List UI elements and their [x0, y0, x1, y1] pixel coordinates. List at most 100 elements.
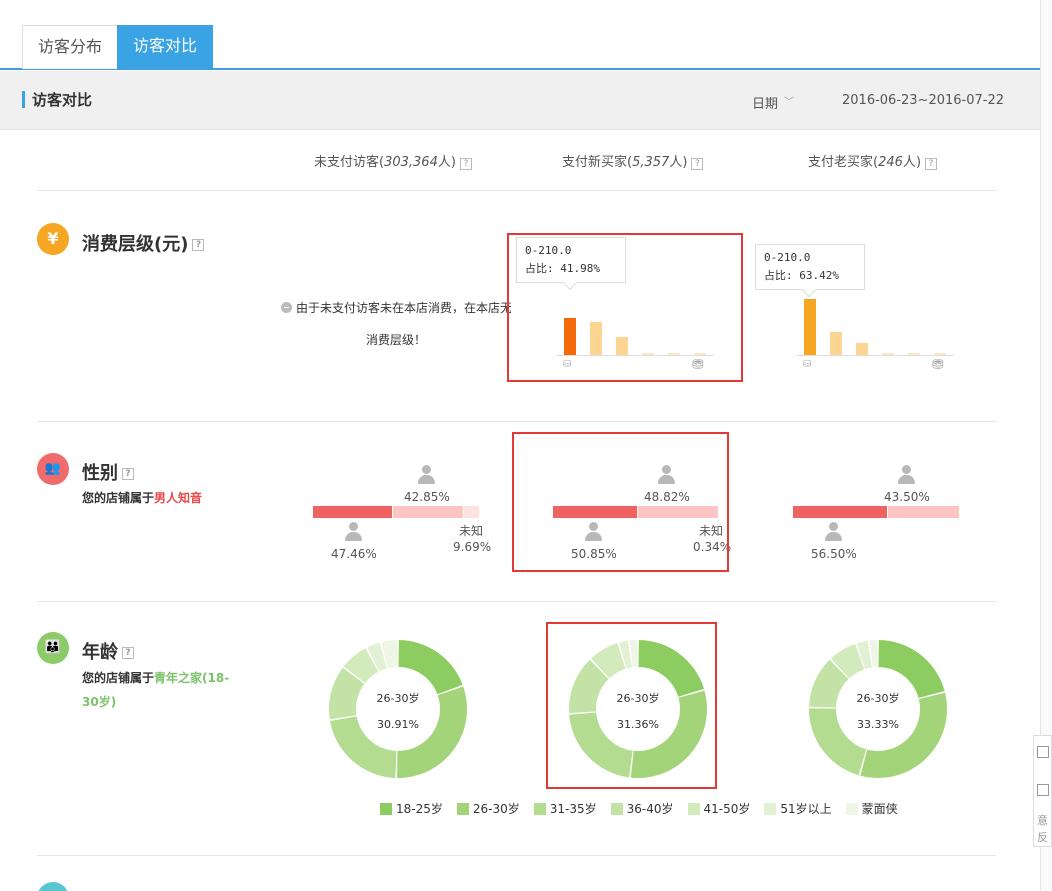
- help-icon[interactable]: ?: [122, 468, 134, 480]
- divider: [37, 601, 996, 602]
- family-icon: 👪: [37, 632, 69, 664]
- column-header-new-buyers: 支付新买家(5,357人)?: [562, 151, 704, 170]
- tab-visitor-distribution[interactable]: 访客分布: [22, 25, 118, 69]
- column-count: 303,364: [384, 155, 438, 170]
- female-icon: [897, 465, 915, 485]
- minus-circle-icon: [281, 302, 292, 313]
- gender-sub-prefix: 您的店铺属于: [82, 491, 155, 505]
- female-bar[interactable]: [393, 506, 463, 518]
- tooltip-range: 0-210.0: [764, 251, 811, 264]
- gender-title-text: 性别: [82, 463, 118, 484]
- gender-type: 男人知音: [154, 491, 203, 505]
- column-header-old-buyers: 支付老买家(246人)?: [808, 151, 938, 170]
- spend-title-text: 消费层级(元): [82, 234, 189, 255]
- help-icon[interactable]: ?: [925, 158, 938, 170]
- page-icon[interactable]: [1037, 784, 1049, 796]
- highlight-box: [512, 432, 729, 572]
- column-unit: 人: [437, 155, 451, 170]
- legend-item[interactable]: 26-30岁: [456, 800, 520, 817]
- next-section-icon: [37, 882, 69, 891]
- female-percent: 43.50%: [884, 490, 930, 504]
- age-title: 年龄?: [82, 638, 134, 664]
- column-label: 支付新买家: [562, 155, 628, 170]
- column-label: 支付老买家: [808, 155, 874, 170]
- male-bar[interactable]: [313, 506, 392, 518]
- legend-label: 蒙面侠: [861, 802, 898, 816]
- legend-item[interactable]: 51岁以上: [764, 800, 832, 817]
- legend-swatch: [610, 803, 623, 815]
- legend-item[interactable]: 18-25岁: [380, 800, 443, 817]
- unknown-percent: 9.69%: [453, 540, 492, 554]
- highlight-box: [546, 622, 717, 789]
- column-header-unpaid: 未支付访客(303,364人)?: [314, 151, 472, 170]
- spend-bar[interactable]: [830, 332, 842, 355]
- donut-center-value: 30.91%: [377, 718, 419, 731]
- spend-notice: 由于未支付访客未在本店消费，在本店无: [281, 299, 511, 316]
- legend-item[interactable]: 蒙面侠: [845, 800, 898, 817]
- donut-center-category: 26-30岁: [856, 692, 900, 705]
- column-unit: 人: [669, 155, 683, 170]
- highlight-box: [507, 233, 743, 382]
- qr-code-icon[interactable]: [1037, 746, 1049, 758]
- feedback-text-2[interactable]: 反: [1037, 829, 1048, 845]
- unknown-label: 未知: [459, 524, 484, 538]
- male-bar[interactable]: [793, 506, 887, 518]
- tab-visitor-comparison[interactable]: 访客对比: [117, 25, 213, 69]
- page-title: 访客对比: [32, 91, 93, 109]
- donut-center-label: 26-30岁 33.33%: [838, 686, 918, 738]
- age-subtitle: 您的店铺属于青年之家(18-30岁): [82, 666, 242, 714]
- column-count: 246: [878, 155, 903, 170]
- spend-bar[interactable]: [804, 299, 816, 355]
- date-dropdown[interactable]: 日期: [752, 93, 778, 112]
- legend-label: 36-40岁: [626, 802, 674, 816]
- female-bar[interactable]: [888, 506, 959, 518]
- male-percent: 56.50%: [811, 547, 857, 561]
- female-percent: 42.85%: [404, 490, 450, 504]
- legend-label: 26-30岁: [472, 802, 520, 816]
- help-icon[interactable]: ?: [459, 158, 472, 170]
- divider: [37, 421, 996, 422]
- legend-label: 41-50岁: [703, 802, 751, 816]
- legend-swatch: [456, 803, 469, 815]
- chart-tooltip-old-buyers: 0-210.0 占比: 63.42%: [755, 244, 865, 290]
- unknown-bar[interactable]: [464, 506, 479, 518]
- feedback-text-1[interactable]: 意: [1037, 812, 1048, 828]
- gender-title: 性别?: [82, 459, 134, 485]
- chevron-down-icon[interactable]: ﹀: [784, 93, 794, 108]
- coin-icon: ⛁: [803, 359, 812, 370]
- spend-bar[interactable]: [856, 342, 868, 355]
- male-percent: 47.46%: [331, 547, 377, 561]
- yuan-icon: ¥: [37, 223, 69, 255]
- legend-swatch: [687, 803, 700, 815]
- tab-bar: 访客分布 访客对比: [0, 0, 1040, 70]
- notice-line-1: 由于未支付访客未在本店消费，在本店无: [296, 301, 511, 315]
- donut-center-label: 26-30岁 30.91%: [358, 686, 438, 738]
- coins-stack-icon: ⛃: [932, 357, 944, 373]
- legend-swatch: [533, 803, 546, 815]
- help-icon[interactable]: ?: [192, 239, 205, 251]
- column-count: 5,357: [632, 155, 670, 170]
- legend-label: 31-35岁: [549, 802, 597, 816]
- divider: [37, 855, 996, 856]
- legend-item[interactable]: 41-50岁: [687, 800, 751, 817]
- feedback-widget[interactable]: 意 反: [1033, 735, 1052, 847]
- section-header: 访客对比 日期 ﹀ 2016-06-23~2016-07-22: [0, 71, 1040, 130]
- donut-center-value: 33.33%: [857, 718, 899, 731]
- gender-subtitle: 您的店铺属于男人知音: [82, 486, 242, 510]
- legend-swatch: [845, 803, 858, 815]
- legend-swatch: [380, 803, 392, 815]
- donut-center-category: 26-30岁: [376, 692, 420, 705]
- spend-notice-line-2: 消费层级！: [366, 333, 427, 347]
- help-icon[interactable]: ?: [122, 647, 134, 659]
- legend-item[interactable]: 31-35岁: [533, 800, 597, 817]
- date-range: 2016-06-23~2016-07-22: [842, 93, 1004, 108]
- female-icon: [417, 465, 435, 485]
- chart-baseline: [797, 355, 954, 356]
- spend-title: 消费层级(元)?: [82, 230, 205, 256]
- male-icon: [824, 522, 842, 542]
- legend-item[interactable]: 36-40岁: [610, 800, 674, 817]
- age-title-text: 年龄: [82, 642, 118, 663]
- column-label: 未支付访客: [314, 155, 380, 170]
- help-icon[interactable]: ?: [691, 158, 704, 170]
- age-legend: 18-25岁 26-30岁 31-35岁 36-40岁 41-50岁 51岁以上 蒙面侠: [380, 800, 912, 817]
